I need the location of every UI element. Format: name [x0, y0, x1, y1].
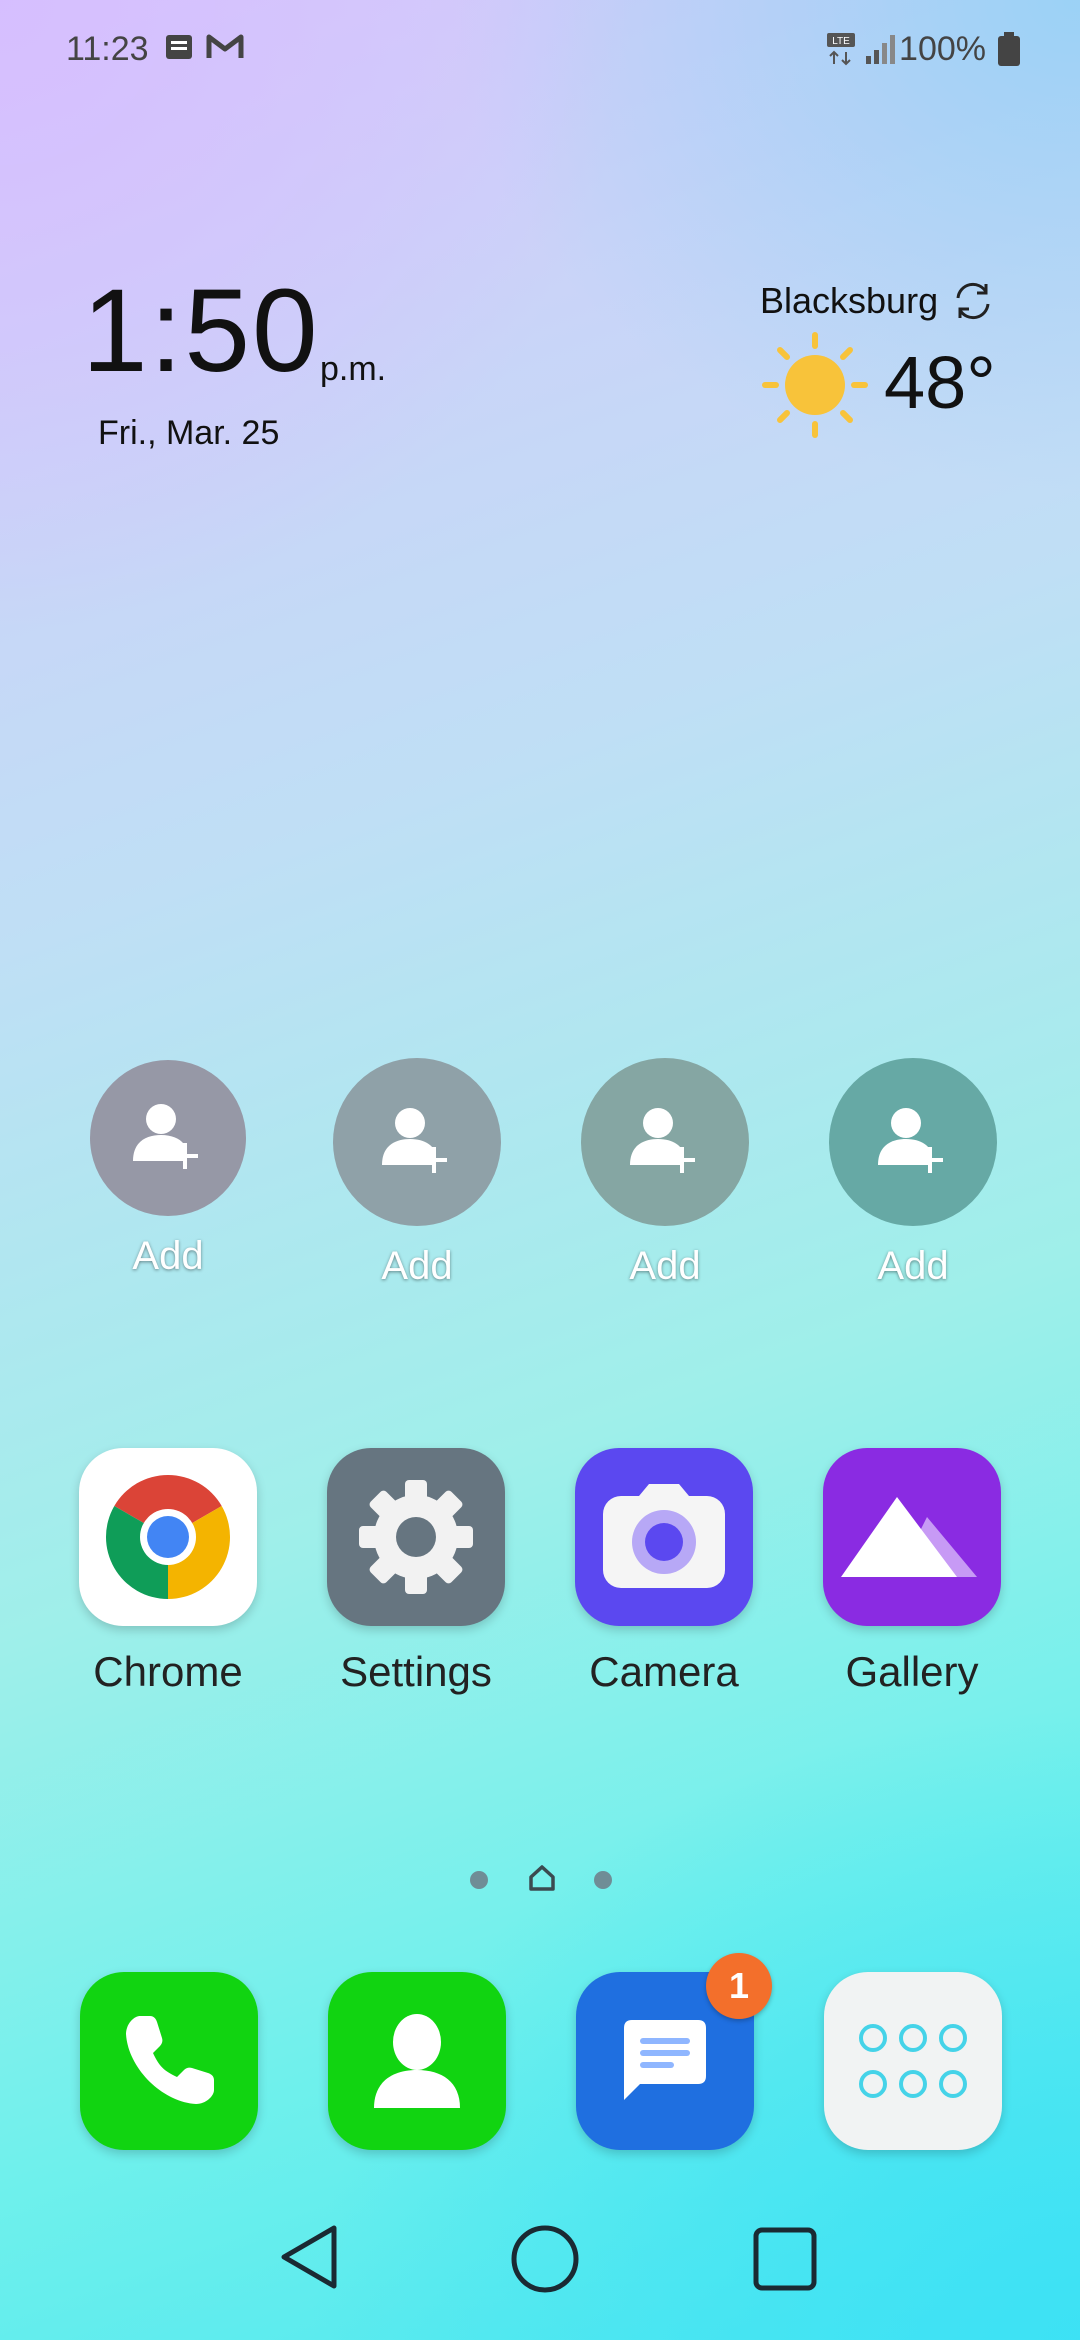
- weather-temperature: 48°: [884, 341, 996, 424]
- gallery-icon: [823, 1448, 1001, 1626]
- app-label: Settings: [340, 1648, 492, 1695]
- app-label: Chrome: [93, 1648, 243, 1695]
- home-button[interactable]: [510, 2224, 580, 2294]
- signal-icon: [866, 35, 895, 64]
- clock-ampm: p.m.: [320, 350, 387, 388]
- message-notification-icon: [166, 35, 192, 59]
- add-contact-shortcut-3[interactable]: Add: [580, 1058, 750, 1289]
- app-label: Camera: [589, 1648, 739, 1695]
- back-button[interactable]: [276, 2222, 342, 2292]
- app-camera[interactable]: Camera: [564, 1448, 764, 1696]
- app-drawer-icon[interactable]: [824, 1972, 1002, 2150]
- add-contact-icon: [333, 1058, 501, 1226]
- app-settings[interactable]: Settings: [316, 1448, 516, 1696]
- battery-icon: [998, 32, 1020, 66]
- clock-date[interactable]: Fri., Mar. 25: [98, 414, 279, 453]
- refresh-icon[interactable]: [950, 278, 996, 324]
- clock-time[interactable]: 1:50: [82, 272, 320, 390]
- chrome-icon: [79, 1448, 257, 1626]
- contacts-icon[interactable]: [328, 1972, 506, 2150]
- messages-badge: 1: [706, 1953, 772, 2019]
- status-time: 11:23: [66, 30, 149, 68]
- app-chrome[interactable]: Chrome: [68, 1448, 268, 1696]
- app-gallery[interactable]: Gallery: [812, 1448, 1012, 1696]
- add-contact-label: Add: [381, 1244, 453, 1288]
- add-contact-label: Add: [629, 1244, 701, 1288]
- sun-icon: [762, 332, 868, 438]
- home-page-indicator-icon[interactable]: [527, 1863, 557, 1893]
- battery-percentage: 100%: [899, 30, 986, 68]
- add-contact-icon: [90, 1060, 246, 1216]
- phone-icon[interactable]: [80, 1972, 258, 2150]
- gmail-icon: [206, 34, 244, 58]
- add-contact-label: Add: [132, 1234, 204, 1278]
- app-label: Gallery: [845, 1648, 979, 1695]
- add-contact-shortcut-2[interactable]: Add: [332, 1058, 502, 1289]
- add-contact-shortcut-4[interactable]: Add: [828, 1058, 998, 1289]
- recents-button[interactable]: [752, 2226, 818, 2292]
- gear-icon: [327, 1448, 505, 1626]
- add-contact-label: Add: [877, 1244, 949, 1288]
- page-dot-1[interactable]: [470, 1871, 488, 1889]
- lte-icon: LTE: [827, 33, 855, 66]
- weather-city[interactable]: Blacksburg: [760, 280, 938, 322]
- add-contact-shortcut-1[interactable]: Add: [83, 1060, 253, 1279]
- add-contact-icon: [829, 1058, 997, 1226]
- camera-icon: [575, 1448, 753, 1626]
- page-dot-3[interactable]: [594, 1871, 612, 1889]
- add-contact-icon: [581, 1058, 749, 1226]
- lte-text: LTE: [832, 36, 850, 47]
